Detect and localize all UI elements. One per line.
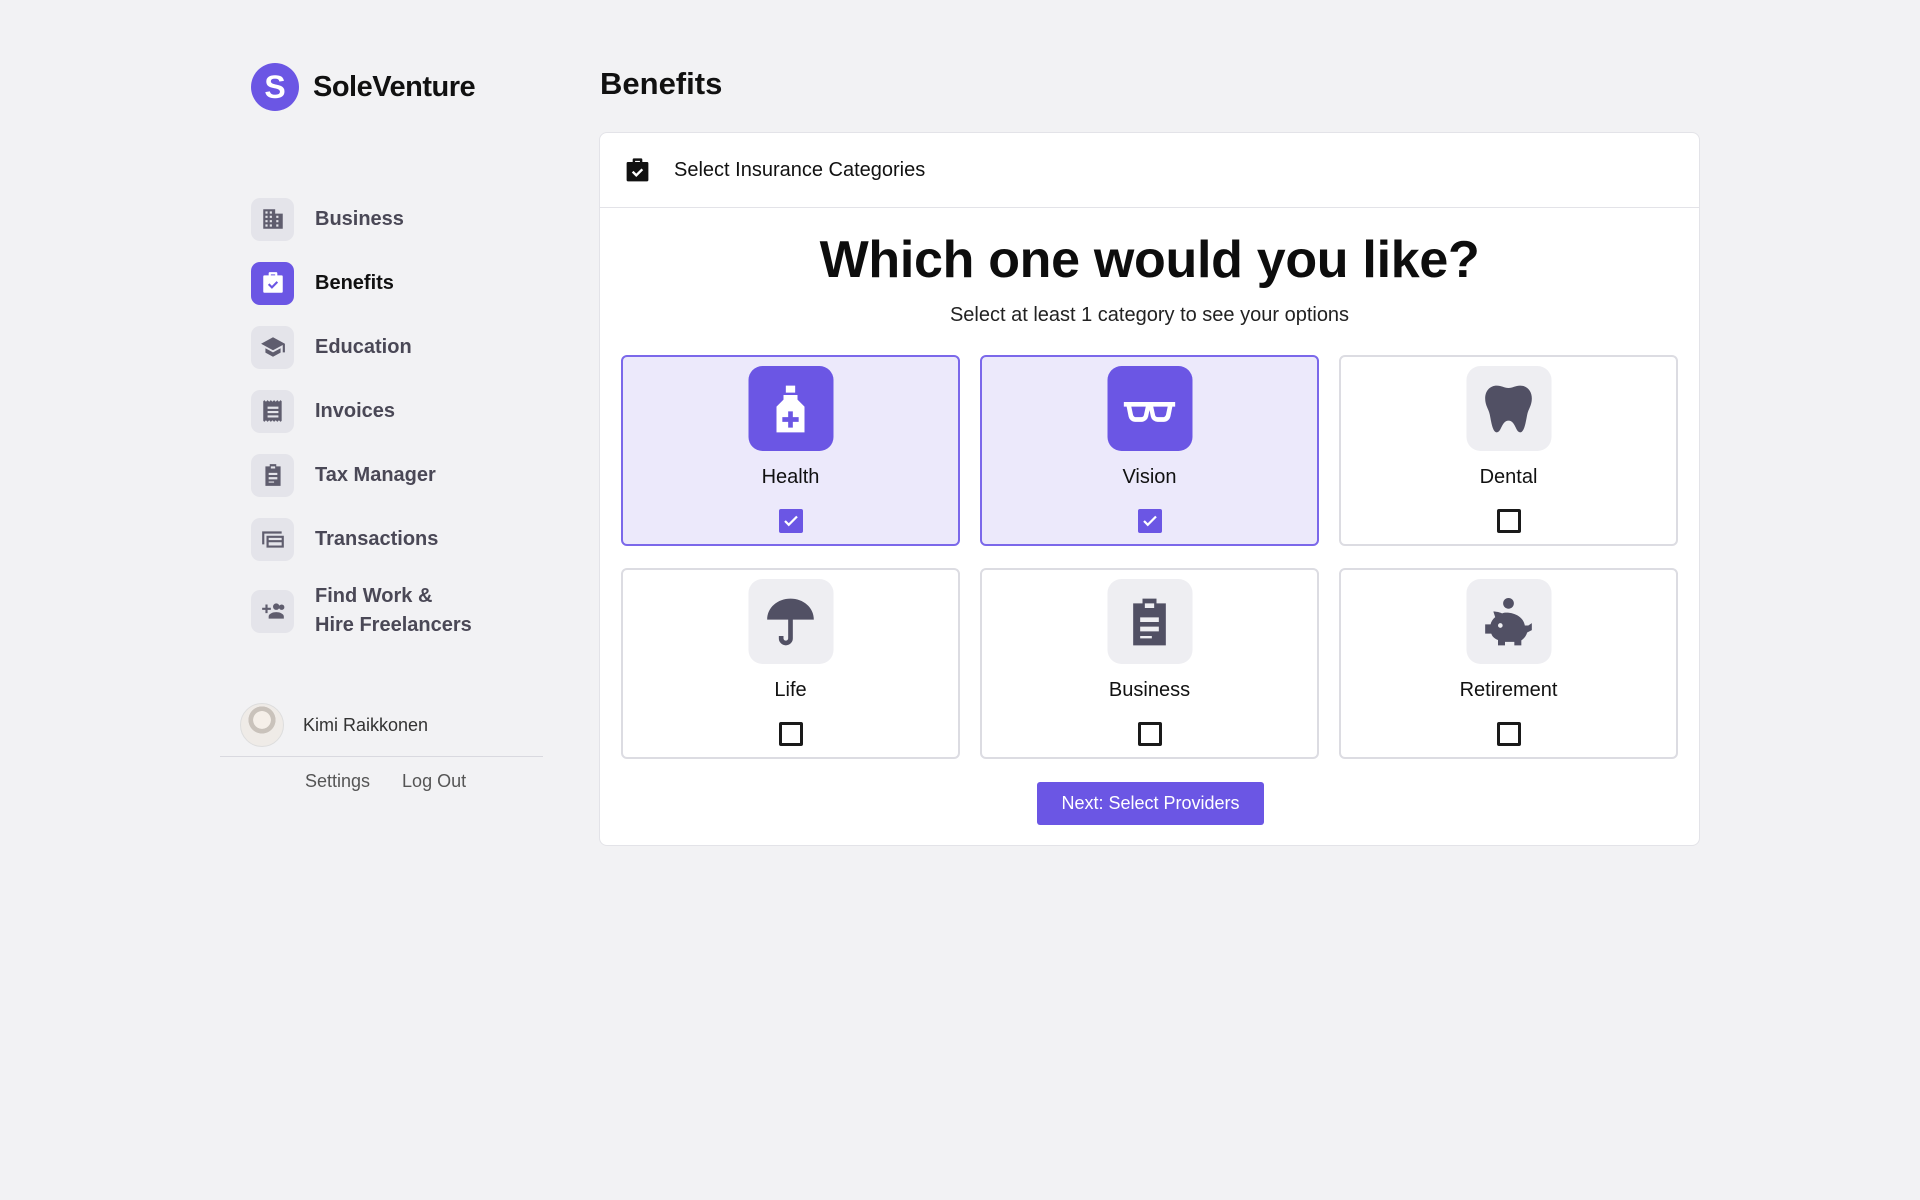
piggy-bank-icon xyxy=(1466,579,1551,664)
page-title: Benefits xyxy=(600,66,723,101)
briefcase-check-icon xyxy=(251,261,294,305)
brand[interactable]: S SoleVenture xyxy=(251,63,476,111)
category-checkbox[interactable] xyxy=(1496,722,1521,746)
divider xyxy=(220,756,543,757)
sidebar-nav: Business Benefits Education Invoices Tax… xyxy=(251,197,551,661)
category-label: Retirement xyxy=(1459,679,1558,701)
category-checkbox[interactable] xyxy=(778,722,803,746)
next-select-providers-button[interactable]: Next: Select Providers xyxy=(1037,782,1264,825)
category-label: Vision xyxy=(1122,466,1177,488)
avatar[interactable] xyxy=(240,703,284,747)
cards-icon xyxy=(251,517,294,561)
category-tile-health[interactable]: Health xyxy=(621,355,960,546)
brand-logo-icon: S xyxy=(251,63,299,111)
card-header: Select Insurance Categories xyxy=(600,133,1699,208)
category-tile-dental[interactable]: Dental xyxy=(1339,355,1678,546)
insurance-categories-card: Select Insurance Categories Which one wo… xyxy=(599,132,1700,846)
category-label: Dental xyxy=(1479,466,1538,488)
sidebar-item-label: Invoices xyxy=(315,399,396,422)
category-checkbox[interactable] xyxy=(1137,722,1162,746)
category-label: Business xyxy=(1108,679,1191,701)
sidebar-item-tax-manager[interactable]: Tax Manager xyxy=(251,453,551,497)
category-label: Life xyxy=(774,679,807,701)
question-heading: Which one would you like? xyxy=(819,231,1480,289)
sidebar-item-label-line1: Find Work & xyxy=(315,585,433,607)
sidebar-item-business[interactable]: Business xyxy=(251,197,551,241)
user-name: Kimi Raikkonen xyxy=(303,714,429,735)
sidebar-item-benefits[interactable]: Benefits xyxy=(251,261,551,305)
sidebar-item-transactions[interactable]: Transactions xyxy=(251,517,551,561)
sidebar-item-label: Find Work & Hire Freelancers xyxy=(315,582,472,640)
category-tile-retirement[interactable]: Retirement xyxy=(1339,568,1678,759)
category-grid: Health Vision Dental Life Business Retir… xyxy=(621,355,1678,759)
building-icon xyxy=(251,197,294,241)
briefcase-check-icon xyxy=(626,157,649,181)
clipboard-icon xyxy=(251,453,294,497)
category-label: Health xyxy=(761,466,820,488)
add-people-icon xyxy=(251,589,294,633)
category-checkbox[interactable] xyxy=(778,509,803,533)
sidebar-item-label: Transactions xyxy=(315,527,439,550)
category-tile-business[interactable]: Business xyxy=(980,568,1319,759)
question-subtitle: Select at least 1 category to see your o… xyxy=(949,304,1350,326)
clipboard-icon xyxy=(1107,579,1192,664)
sidebar-item-label-line2: Hire Freelancers xyxy=(315,614,472,636)
card-header-title: Select Insurance Categories xyxy=(674,158,926,181)
graduation-cap-icon xyxy=(251,325,294,369)
user-profile[interactable]: Kimi Raikkonen xyxy=(240,703,428,747)
medicine-bottle-icon xyxy=(748,366,833,451)
sidebar-item-invoices[interactable]: Invoices xyxy=(251,389,551,433)
category-checkbox[interactable] xyxy=(1137,509,1162,533)
category-checkbox[interactable] xyxy=(1496,509,1521,533)
sidebar-item-find-work[interactable]: Find Work & Hire Freelancers xyxy=(251,581,551,641)
user-links: Settings Log Out xyxy=(305,771,466,792)
sidebar-item-label: Benefits xyxy=(315,271,394,294)
sidebar-item-label: Education xyxy=(315,335,412,358)
umbrella-icon xyxy=(748,579,833,664)
logout-link[interactable]: Log Out xyxy=(402,771,466,792)
tooth-icon xyxy=(1466,366,1551,451)
settings-link[interactable]: Settings xyxy=(305,771,370,792)
brand-name: SoleVenture xyxy=(313,70,476,103)
category-tile-vision[interactable]: Vision xyxy=(980,355,1319,546)
glasses-icon xyxy=(1107,366,1192,451)
sidebar-item-label: Tax Manager xyxy=(315,463,436,486)
category-tile-life[interactable]: Life xyxy=(621,568,960,759)
receipt-icon xyxy=(251,389,294,433)
sidebar-item-label: Business xyxy=(315,207,404,230)
sidebar-item-education[interactable]: Education xyxy=(251,325,551,369)
